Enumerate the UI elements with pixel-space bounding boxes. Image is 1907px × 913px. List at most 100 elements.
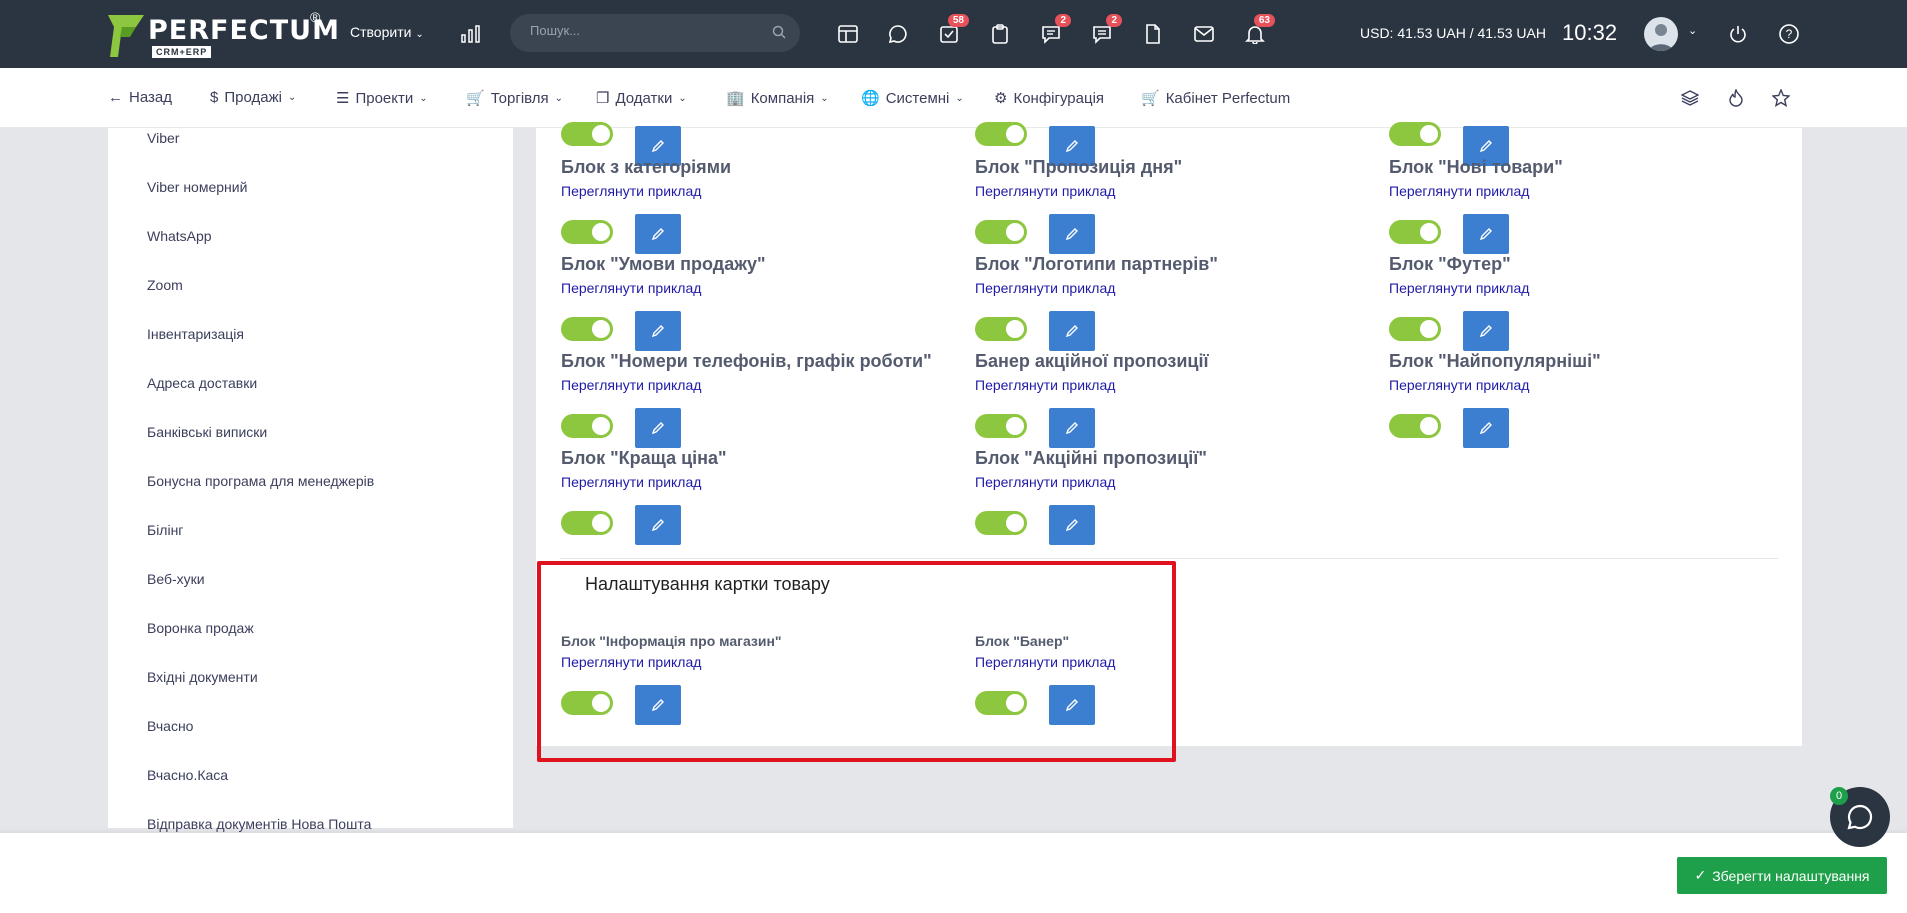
nav-cabinet[interactable]: 🛒 Кабінет Perfectum <box>1141 89 1290 108</box>
view-example-link[interactable]: Переглянути приклад <box>561 474 701 490</box>
sidebar-item-inventory[interactable]: Інвентаризація <box>147 326 244 342</box>
nav-back[interactable]: ← Назад <box>108 89 172 106</box>
arrow-left-icon: ← <box>108 89 123 106</box>
help-icon[interactable]: ? <box>1773 18 1805 50</box>
sidebar-item-billing[interactable]: Білінг <box>147 522 183 538</box>
tasks-icon[interactable]: 58 <box>933 14 969 50</box>
cart-icon: 🛒 <box>1141 90 1160 107</box>
toggle-switch[interactable] <box>561 317 613 341</box>
view-example-link[interactable]: Переглянути приклад <box>1389 280 1529 296</box>
document-icon[interactable] <box>1137 18 1169 50</box>
nav-projects[interactable]: ☰ Проекти ⌄ <box>336 89 428 108</box>
sidebar-item-viber-number[interactable]: Viber номерний <box>147 179 247 195</box>
edit-button[interactable] <box>635 408 681 448</box>
search-input[interactable] <box>530 23 760 38</box>
messages-badge: 2 <box>1106 14 1122 27</box>
sidebar-item-vchasno[interactable]: Вчасно <box>147 718 193 734</box>
edit-button[interactable] <box>1049 505 1095 545</box>
pencil-icon <box>1479 325 1492 338</box>
sidebar-item-bonus-program[interactable]: Бонусна програма для менеджерів <box>147 473 374 489</box>
view-example-link[interactable]: Переглянути приклад <box>975 183 1115 199</box>
toggle-switch[interactable] <box>561 511 613 535</box>
sidebar-item-sales-funnel[interactable]: Воронка продаж <box>147 620 254 636</box>
edit-button[interactable] <box>1049 311 1095 351</box>
view-example-link[interactable]: Переглянути приклад <box>1389 183 1529 199</box>
power-icon[interactable] <box>1722 18 1754 50</box>
comment-icon[interactable] <box>882 18 914 50</box>
nav-company-label: Компанія <box>750 89 815 107</box>
pencil-icon <box>1479 422 1492 435</box>
sidebar-item-viber[interactable]: Viber <box>147 130 179 146</box>
edit-button[interactable] <box>635 311 681 351</box>
layout-icon[interactable] <box>832 18 864 50</box>
view-example-link[interactable]: Переглянути приклад <box>561 183 701 199</box>
sidebar-item-bank-statements[interactable]: Банківські виписки <box>147 424 267 440</box>
toggle-switch[interactable] <box>1389 122 1441 146</box>
nav-projects-label: Проекти <box>355 89 414 107</box>
save-settings-button[interactable]: ✓ Зберегти налаштування <box>1677 857 1887 894</box>
logo[interactable]: PERFECTUM ® CRM+ERP <box>106 9 339 59</box>
toggle-switch[interactable] <box>1389 414 1441 438</box>
layers-icon[interactable] <box>1674 82 1706 114</box>
sidebar-item-vchasno-kasa[interactable]: Вчасно.Каса <box>147 767 228 783</box>
toggle-switch[interactable] <box>1389 317 1441 341</box>
create-dropdown[interactable]: Створити ⌄ <box>350 24 424 40</box>
edit-button[interactable] <box>1049 214 1095 254</box>
edit-button[interactable] <box>1463 408 1509 448</box>
chat-icon[interactable]: 2 <box>1035 14 1071 50</box>
view-example-link[interactable]: Переглянути приклад <box>561 377 701 393</box>
building-icon: 🏢 <box>726 90 745 107</box>
stats-icon[interactable] <box>455 18 487 50</box>
chevron-down-icon: ⌄ <box>287 92 297 103</box>
fire-icon[interactable] <box>1720 82 1752 114</box>
edit-button[interactable] <box>1463 311 1509 351</box>
logo-mark-icon <box>108 15 144 57</box>
messages-icon[interactable]: 2 <box>1086 14 1122 50</box>
toggle-switch[interactable] <box>975 511 1027 535</box>
sidebar-item-nova-poshta[interactable]: Відправка документів Нова Пошта <box>147 816 371 832</box>
avatar[interactable] <box>1644 17 1678 51</box>
block-title: Блок "Краща ціна" <box>561 448 727 468</box>
view-example-link[interactable]: Переглянути приклад <box>975 280 1115 296</box>
edit-button[interactable] <box>1049 408 1095 448</box>
nav-trade[interactable]: 🛒 Торгівля ⌄ <box>466 89 563 108</box>
toggle-switch[interactable] <box>975 122 1027 146</box>
edit-button[interactable] <box>635 214 681 254</box>
tasks-badge: 58 <box>947 14 969 27</box>
bell-icon[interactable]: 63 <box>1239 14 1275 50</box>
search-icon[interactable] <box>772 25 786 39</box>
notifications-badge: 63 <box>1253 14 1275 27</box>
edit-button[interactable] <box>635 505 681 545</box>
toggle-switch[interactable] <box>561 122 613 146</box>
chevron-down-icon: ⌄ <box>415 29 424 40</box>
nav-config[interactable]: ⚙ Конфігурація <box>994 89 1104 108</box>
toggle-switch[interactable] <box>975 317 1027 341</box>
sidebar-item-delivery-address[interactable]: Адреса доставки <box>147 375 257 391</box>
toggle-switch[interactable] <box>975 414 1027 438</box>
clock: 10:32 <box>1562 20 1618 45</box>
sidebar-item-zoom[interactable]: Zoom <box>147 277 183 293</box>
currency-rate: USD: 41.53 UAH / 41.53 UAH <box>1360 25 1546 41</box>
star-icon[interactable] <box>1765 82 1797 114</box>
nav-system[interactable]: 🌐 Системні ⌄ <box>861 89 964 108</box>
sidebar-item-whatsapp[interactable]: WhatsApp <box>147 228 212 244</box>
chat-widget-button[interactable]: 0 <box>1830 787 1890 847</box>
view-example-link[interactable]: Переглянути приклад <box>1389 377 1529 393</box>
sidebar-item-webhooks[interactable]: Веб-хуки <box>147 571 205 587</box>
nav-sales[interactable]: $ Продажі ⌄ <box>210 89 296 106</box>
view-example-link[interactable]: Переглянути приклад <box>975 474 1115 490</box>
svg-text:?: ? <box>1786 27 1793 41</box>
sidebar-item-incoming-docs[interactable]: Вхідні документи <box>147 669 258 685</box>
view-example-link[interactable]: Переглянути приклад <box>975 377 1115 393</box>
clipboard-icon[interactable] <box>984 18 1016 50</box>
nav-company[interactable]: 🏢 Компанія ⌄ <box>726 89 829 108</box>
avatar-chevron-icon[interactable]: ⌄ <box>1688 24 1697 37</box>
toggle-switch[interactable] <box>1389 220 1441 244</box>
toggle-switch[interactable] <box>561 414 613 438</box>
view-example-link[interactable]: Переглянути приклад <box>561 280 701 296</box>
edit-button[interactable] <box>1463 214 1509 254</box>
toggle-switch[interactable] <box>561 220 613 244</box>
nav-addons[interactable]: ❐ Додатки ⌄ <box>596 89 687 108</box>
mail-icon[interactable] <box>1188 18 1220 50</box>
toggle-switch[interactable] <box>975 220 1027 244</box>
